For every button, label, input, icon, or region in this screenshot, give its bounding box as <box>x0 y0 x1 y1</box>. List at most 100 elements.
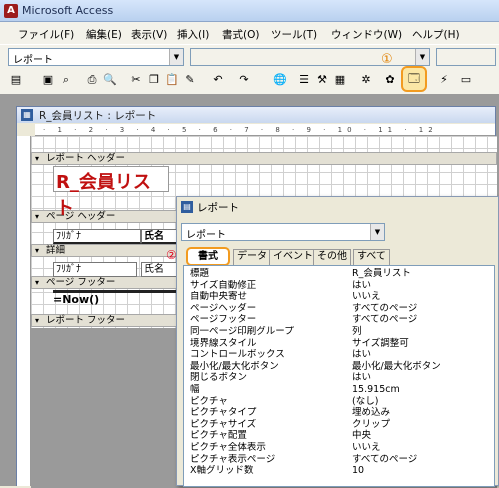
property-name: ページヘッダー <box>190 302 257 314</box>
font-combo[interactable]: ▼ <box>190 48 430 66</box>
property-value[interactable]: 最小化/最大化ボタン <box>352 361 441 372</box>
code-icon[interactable]: ✿ <box>382 72 398 88</box>
property-name: ピクチャ配置 <box>190 430 247 442</box>
print-icon[interactable]: ⎙ <box>84 72 100 88</box>
property-name: ピクチャサイズ <box>190 418 257 430</box>
property-name: ピクチャ表示ページ <box>190 453 276 465</box>
property-row[interactable]: コントロールボックス はい <box>184 349 494 361</box>
toolbox-icon[interactable]: ⚒ <box>314 72 330 88</box>
property-row[interactable]: ピクチャ (なし) <box>184 396 494 408</box>
menu-format[interactable]: 書式(O) <box>222 27 259 42</box>
property-value[interactable]: (なし) <box>352 396 378 407</box>
property-row[interactable]: 同一ページ印刷グループ 列 <box>184 326 494 338</box>
property-row[interactable]: ページヘッダー すべてのページ <box>184 303 494 315</box>
report-header-band[interactable]: レポート ヘッダー <box>31 152 497 165</box>
vertical-ruler <box>17 136 31 486</box>
property-value[interactable]: はい <box>352 349 371 360</box>
print-preview-icon[interactable]: 🔍 <box>102 72 118 88</box>
property-row[interactable]: 標題 R_会員リスト <box>184 268 494 280</box>
property-tabs: 書式 データ イベント その他 すべて <box>183 247 495 266</box>
menu-window[interactable]: ウィンドウ(W) <box>331 27 402 42</box>
new-object-icon[interactable]: ▭ <box>458 72 474 88</box>
property-value[interactable]: 10 <box>352 465 364 476</box>
property-row[interactable]: ページフッター すべてのページ <box>184 314 494 326</box>
formatting-toolbar: レポート ▼ ▼ <box>0 44 499 68</box>
property-object-value: レポート <box>186 230 226 241</box>
property-sheet-title[interactable]: レポート <box>197 200 239 215</box>
field-list-icon[interactable]: ☰ <box>296 72 312 88</box>
property-row[interactable]: 自動中央寄せ いいえ <box>184 291 494 303</box>
copy-icon[interactable]: ❐ <box>146 72 162 88</box>
property-row[interactable]: 最小化/最大化ボタン 最小化/最大化ボタン <box>184 361 494 373</box>
furigana-label[interactable]: ﾌﾘｶﾞﾅ <box>53 229 141 244</box>
property-value[interactable]: すべてのページ <box>352 314 417 325</box>
property-row[interactable]: ピクチャ全体表示 いいえ <box>184 442 494 454</box>
property-row[interactable]: ピクチャタイプ 埋め込み <box>184 407 494 419</box>
undo-icon[interactable]: ↶ <box>210 72 226 88</box>
view-icon[interactable]: ▤ <box>8 72 24 88</box>
furigana-field[interactable]: ﾌﾘｶﾞﾅ <box>53 262 137 277</box>
autoformat-icon[interactable]: ✲ <box>358 72 374 88</box>
tab-format[interactable]: 書式 <box>186 247 230 266</box>
property-value[interactable]: いいえ <box>352 291 381 302</box>
save-icon[interactable]: ▣ <box>40 72 56 88</box>
object-combo[interactable]: レポート ▼ <box>8 48 184 66</box>
tab-data[interactable]: データ <box>233 249 271 265</box>
property-row[interactable]: ピクチャサイズ クリップ <box>184 419 494 431</box>
property-row[interactable]: 幅 15.915cm <box>184 384 494 396</box>
tab-other[interactable]: その他 <box>313 249 351 265</box>
menu-file[interactable]: ファイル(F) <box>18 27 74 42</box>
redo-icon[interactable]: ↷ <box>236 72 252 88</box>
tab-all[interactable]: すべて <box>353 249 390 265</box>
property-name: ピクチャ <box>190 395 228 407</box>
sorting-grouping-icon[interactable]: ▦ <box>332 72 348 88</box>
paste-icon[interactable]: 📋 <box>164 72 180 88</box>
now-field[interactable]: =Now() <box>53 293 99 306</box>
menu-tools[interactable]: ツール(T) <box>271 27 317 42</box>
property-row[interactable]: サイズ自動修正 はい <box>184 280 494 292</box>
property-value[interactable]: いいえ <box>352 442 381 453</box>
property-name: サイズ自動修正 <box>190 279 257 291</box>
size-combo[interactable] <box>436 48 496 66</box>
property-value[interactable]: R_会員リスト <box>352 268 411 279</box>
property-row[interactable]: X軸グリッド数 10 <box>184 465 494 477</box>
property-value[interactable]: サイズ調整可 <box>352 338 409 349</box>
property-value[interactable]: 列 <box>352 326 362 337</box>
property-value[interactable]: すべてのページ <box>352 303 417 314</box>
name-label[interactable]: 氏名 <box>141 229 181 244</box>
report-window-title[interactable]: R_会員リスト : レポート <box>17 107 495 123</box>
menu-edit[interactable]: 編集(E) <box>86 27 122 42</box>
menu-insert[interactable]: 挿入(I) <box>177 27 209 42</box>
property-list[interactable]: 標題 R_会員リスト サイズ自動修正 はい 自動中央寄せ いいえ ページヘッダー すべてのペー… <box>183 265 495 487</box>
property-value[interactable]: 15.915cm <box>352 384 400 395</box>
cut-icon[interactable]: ✂ <box>128 72 144 88</box>
object-combo-value: レポート <box>13 55 53 66</box>
property-value[interactable]: クリップ <box>352 419 390 430</box>
property-row[interactable]: 境界線スタイル サイズ調整可 <box>184 338 494 350</box>
menu-view[interactable]: 表示(V) <box>131 27 167 42</box>
build-icon[interactable]: ⚡ <box>436 72 452 88</box>
property-value[interactable]: はい <box>352 372 371 383</box>
property-value[interactable]: 中央 <box>352 430 371 441</box>
format-painter-icon[interactable]: ✎ <box>182 72 198 88</box>
property-object-combo[interactable]: レポート ▼ <box>181 223 385 241</box>
property-row[interactable]: ピクチャ配置 中央 <box>184 430 494 442</box>
chevron-down-icon[interactable]: ▼ <box>169 49 183 65</box>
chevron-down-icon[interactable]: ▼ <box>415 49 429 65</box>
property-row[interactable]: ピクチャ表示ページ すべてのページ <box>184 454 494 466</box>
search-icon[interactable]: ⌕ <box>58 72 74 88</box>
properties-button[interactable]: 🗔 <box>401 66 427 92</box>
access-key-icon[interactable]: A <box>4 4 18 18</box>
hyperlink-icon[interactable]: 🌐 <box>272 72 288 88</box>
properties-icon: 🗔 <box>408 72 420 85</box>
chevron-down-icon[interactable]: ▼ <box>370 224 384 240</box>
property-value[interactable]: はい <box>352 280 371 291</box>
property-value[interactable]: すべてのページ <box>352 454 417 465</box>
property-row[interactable]: 閉じるボタン はい <box>184 372 494 384</box>
menu-help[interactable]: ヘルプ(H) <box>412 27 460 42</box>
report-title-label[interactable]: R_会員リスト <box>53 166 169 219</box>
property-sheet: ▤ レポート レポート ▼ 書式 データ イベント その他 すべて 標題 R_会員… <box>176 196 499 487</box>
tab-event[interactable]: イベント <box>269 249 317 265</box>
property-value[interactable]: 埋め込み <box>352 407 390 418</box>
name-field[interactable]: 氏名 <box>141 262 181 277</box>
